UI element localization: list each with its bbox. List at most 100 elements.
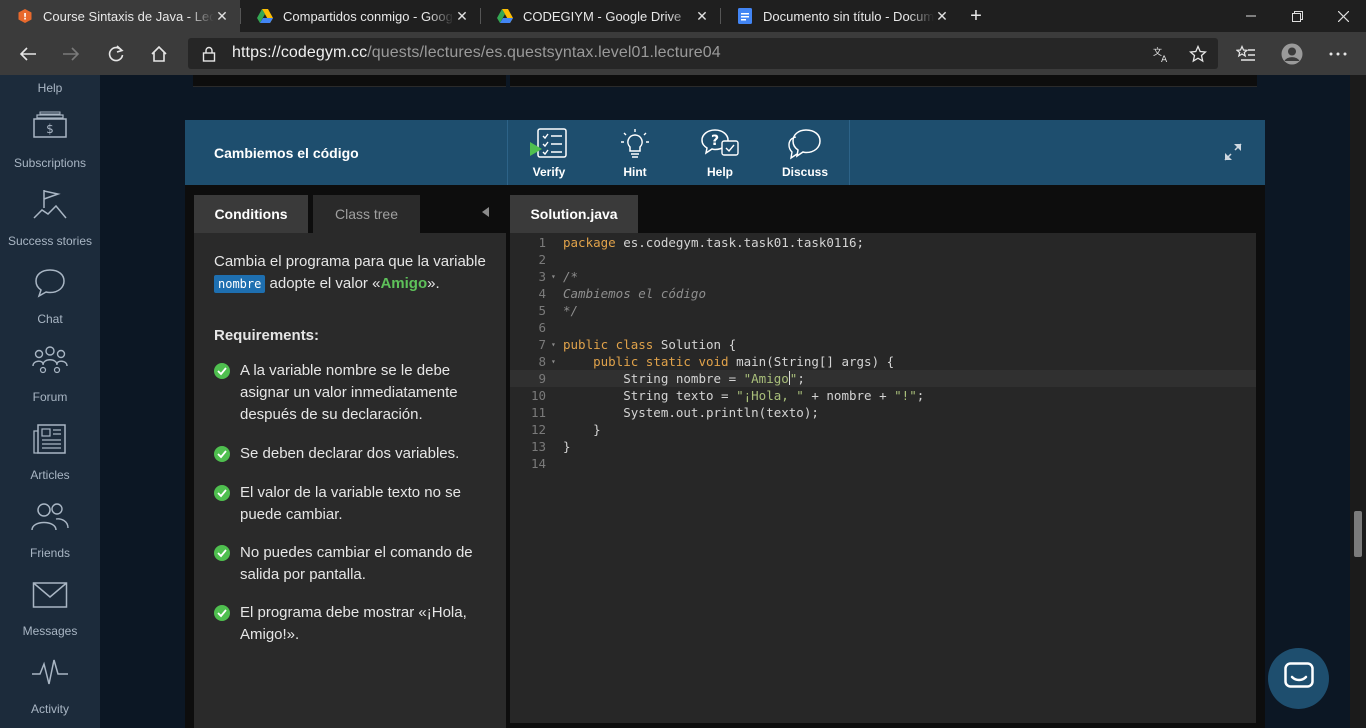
code-line[interactable]: 3 ▾ /* [510,268,1256,285]
activity-icon [30,653,70,693]
line-number: 12 [530,422,546,437]
close-tab-icon[interactable]: ✕ [934,8,950,24]
url-host: https://codegym.cc [232,44,368,61]
restore-window-icon[interactable] [1274,0,1320,32]
sidebar-item-success-stories[interactable]: Success stories [0,179,100,257]
sidebar-item-messages[interactable]: Messages [0,569,100,647]
code-line[interactable]: 14 [510,455,1256,472]
close-tab-icon[interactable]: ✕ [694,8,710,24]
expand-icon[interactable] [1223,142,1243,162]
support-chat-button[interactable] [1268,648,1329,709]
sidebar-item-articles[interactable]: Articles [0,413,100,491]
code-line[interactable]: 7 ▾ public class Solution { [510,336,1256,353]
sidebar-item-label: Help [37,81,63,95]
sidebar-item-activity[interactable]: Activity [0,647,100,725]
hint-button[interactable]: Hint [600,128,670,180]
sidebar-item-chat[interactable]: Chat [0,257,100,335]
line-number: 6 [538,320,546,335]
close-tab-icon[interactable]: ✕ [214,8,230,24]
sidebar-item-label: Chat [37,312,63,326]
code-line[interactable]: 6 [510,319,1256,336]
discuss-button[interactable]: Discuss [770,128,840,180]
line-number: 10 [530,388,546,403]
conditions-panel: Cambia el programa para que la variable … [194,233,506,728]
tab-solution-java[interactable]: Solution.java [510,195,638,233]
new-tab-button[interactable]: + [960,0,992,32]
line-number: 2 [538,252,546,267]
previous-block-left [193,75,506,87]
requirement-text: El programa debe mostrar «¡Hola, Amigo!»… [240,604,467,643]
browser-tab-shared[interactable]: Compartidos conmigo - Google ✕ [240,0,480,32]
code-text: } [563,421,601,438]
svg-text:?: ? [711,133,719,149]
more-options-icon[interactable] [1322,38,1354,70]
code-token: ; [797,371,805,386]
code-token: package [563,235,616,250]
code-text: System.out.println(texto); [563,404,819,421]
favorite-star-icon[interactable] [1182,38,1214,70]
close-window-icon[interactable] [1320,0,1366,32]
sidebar-item-label: Activity [30,702,69,716]
tab-title: Course Sintaxis de Java - Lecture [43,8,214,24]
page-scrollbar[interactable] [1350,75,1366,728]
tab-class-tree[interactable]: Class tree [313,195,420,233]
requirement-item: El programa debe mostrar «¡Hola, Amigo!»… [214,602,486,646]
home-icon[interactable] [143,38,175,70]
translate-icon[interactable]: 文A [1145,38,1177,70]
sidebar-item-friends[interactable]: Friends [0,491,100,569]
code-token: "!" [894,388,917,403]
task-description: Cambia el programa para que la variable … [214,251,486,295]
refresh-icon[interactable] [100,38,132,70]
header-divider [849,120,850,185]
favorites-list-icon[interactable] [1230,38,1262,70]
code-editor[interactable]: 1 package es.codegym.task.task01.task0116… [510,233,1256,723]
help-button[interactable]: ? Help [685,128,755,180]
scrollbar-thumb[interactable] [1354,511,1362,557]
sidebar-item-subscriptions[interactable]: $ Subscriptions [0,101,100,179]
code-token: String texto = [563,388,737,403]
code-line[interactable]: 5 */ [510,302,1256,319]
code-line[interactable]: 11 System.out.println(texto); [510,404,1256,421]
chat-icon [30,263,70,303]
verify-button[interactable]: Verify [514,128,584,180]
lock-icon[interactable] [193,38,225,70]
check-circle-icon [214,605,230,621]
code-line[interactable]: 12 } [510,421,1256,438]
line-number: 9 [538,371,546,386]
code-text: Cambiemos el código [563,285,706,302]
close-tab-icon[interactable]: ✕ [454,8,470,24]
site-sidebar: Help $ Subscriptions Success stories Cha… [0,75,100,728]
code-line[interactable]: 9 String nombre = "Amigo"; [510,370,1256,387]
url-text[interactable]: https://codegym.cc/quests/lectures/es.qu… [232,44,721,62]
forward-arrow-icon[interactable] [55,38,87,70]
collapse-left-icon[interactable] [482,207,496,221]
code-line[interactable]: 8 ▾ public static void main(String[] args… [510,353,1256,370]
code-line[interactable]: 1 package es.codegym.task.task01.task0116… [510,234,1256,251]
url-path: /quests/lectures/es.questsyntax.level01.… [367,44,721,61]
sidebar-item-help[interactable]: Help [0,75,100,104]
sidebar-item-label: Friends [29,546,70,560]
requirement-text: Se deben declarar dos variables. [240,445,460,462]
back-arrow-icon[interactable] [12,38,44,70]
code-line[interactable]: 4 Cambiemos el código [510,285,1256,302]
profile-avatar-icon[interactable] [1276,38,1308,70]
tab-conditions[interactable]: Conditions [194,195,308,233]
fold-toggle-icon[interactable]: ▾ [551,268,556,285]
code-text: public class Solution { [563,336,736,353]
sidebar-item-label: Messages [22,624,78,638]
browser-tab-codegym[interactable]: ! Course Sintaxis de Java - Lecture ✕ [0,0,240,32]
browser-tab-docs[interactable]: Documento sin título - Documen ✕ [720,0,960,32]
svg-text:$: $ [46,122,54,136]
previous-block-strip [185,75,1265,95]
code-token: } [563,422,601,437]
code-line[interactable]: 2 [510,251,1256,268]
fold-toggle-icon[interactable]: ▾ [551,353,556,370]
browser-tab-drive[interactable]: CODEGIYM - Google Drive ✕ [480,0,720,32]
code-line[interactable]: 10 String texto = "¡Hola, " + nombre + "… [510,387,1256,404]
code-line[interactable]: 13} [510,438,1256,455]
fold-toggle-icon[interactable]: ▾ [551,336,556,353]
minimize-window-icon[interactable] [1228,0,1274,32]
sidebar-item-forum[interactable]: Forum [0,335,100,413]
code-text: } [563,438,571,455]
code-token: String nombre = [563,371,744,386]
